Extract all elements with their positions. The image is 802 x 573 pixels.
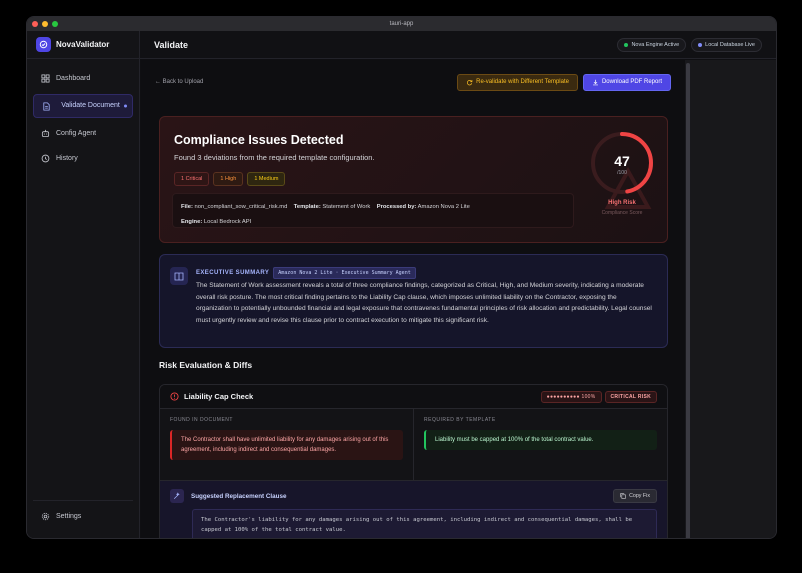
status-dot-icon [624,42,629,47]
sidebar-item-label: Dashboard [56,75,91,82]
brand: NovaValidator [27,31,139,59]
title-bar: tauri-app [27,17,776,31]
download-pdf-button[interactable]: Download PDF Report [582,73,671,91]
sidebar-item-config-agent[interactable]: Config Agent [33,124,133,143]
sidebar-item-validate-document[interactable]: Validate Document [33,94,133,118]
executive-summary-heading: EXECUTIVE SUMMARY [196,270,270,276]
summary-title: Compliance Issues Detected [174,133,344,147]
window-title: tauri-app [389,21,414,27]
compliance-summary-card: Compliance Issues Detected Found 3 devia… [159,116,668,243]
magic-wand-icon [170,489,184,503]
agent-tag: Amazon Nova 2 Lite · Executive Summary A… [273,267,416,279]
sidebar-item-dashboard[interactable]: Dashboard [33,69,133,88]
revalidate-label: Re-validate with Different Template [476,79,569,85]
engine-name: Local Bedrock API [203,219,252,225]
top-bar: Validate Nova Engine Active Local Databa… [140,31,776,59]
main-content: ← Back to Upload Re-validate with Differ… [141,60,685,538]
medium-count-badge: 1 Medium [247,172,286,186]
required-text: Liability must be capped at 100% of the … [424,430,657,450]
sidebar-item-label: Config Agent [56,130,97,137]
found-text: The Contractor shall have unlimited liab… [170,430,403,460]
database-status-text: Local Database Live [705,41,755,48]
brand-name: NovaValidator [56,40,110,49]
processed-by: Amazon Nova 2 Lite [417,204,470,210]
severity-badge: CRITICAL RISK [604,390,657,403]
template-label: Template: [293,204,321,210]
summary-subtitle: Found 3 deviations from the required tem… [174,153,375,162]
file-name: non_compliant_sow_critical_risk.md [194,204,288,210]
suggested-clause-section: Suggested Replacement Clause Copy Fix Th… [160,481,667,538]
section-title: Risk Evaluation & Diffs [159,360,253,370]
file-label: File: [181,204,193,210]
engine-status-text: Nova Engine Active [631,41,680,48]
executive-summary-text: The Statement of Work assessment reveals… [196,282,652,324]
score-max: /100 [617,170,627,176]
required-column: REQUIRED BY TEMPLATE Liability must be c… [413,409,667,480]
compliance-score-gauge: 47 /100 High Risk Compliance Score [580,132,664,217]
scrollbar-thumb[interactable] [686,63,690,538]
download-icon [593,79,598,85]
critical-count-badge: 1 Critical [174,172,210,186]
download-label: Download PDF Report [601,79,662,85]
history-icon [41,154,50,163]
check-title: Liability Cap Check [184,392,254,401]
revalidate-button[interactable]: Re-validate with Different Template [457,73,578,91]
suggestion-heading: Suggested Replacement Clause [191,492,287,500]
template-name: Statement of Work [322,204,371,210]
processed-label: Processed by: [376,204,417,210]
copy-icon [620,493,626,499]
sidebar-item-label: Validate Document [61,102,120,109]
executive-summary-card: EXECUTIVE SUMMARY Amazon Nova 2 Lite · Ex… [159,254,668,348]
confidence-badge: ●●●●●●●●●● 100% [540,390,602,403]
liability-cap-check-card: Liability Cap Check ●●●●●●●●●● 100% CRIT… [159,384,668,538]
status-dot-icon [698,42,703,47]
check-header[interactable]: Liability Cap Check ●●●●●●●●●● 100% CRIT… [160,385,667,409]
refresh-icon [467,79,473,85]
app-window: tauri-app NovaValidator Dashboard Valida… [26,16,777,539]
page-title: Validate [154,39,189,50]
sidebar-item-settings[interactable]: Settings [33,507,133,526]
sidebar-nav: Dashboard Validate Document Config Agent… [27,59,139,184]
sidebar-item-label: Settings [56,513,82,520]
found-column: FOUND IN DOCUMENT The Contractor shall h… [160,409,413,480]
book-icon [170,267,188,285]
document-icon [43,101,50,111]
logo-icon [36,37,51,52]
sidebar-item-history[interactable]: History [33,149,133,168]
sidebar-item-label: History [56,155,78,162]
active-indicator [124,104,127,108]
sidebar: NovaValidator Dashboard Validate Documen… [27,31,140,538]
risk-level: High Risk [608,200,636,206]
back-to-upload-link[interactable]: ← Back to Upload [155,79,452,85]
copy-fix-label: Copy Fix [629,493,650,499]
score-caption: Compliance Score [601,210,643,216]
engine-status-badge: Nova Engine Active [617,37,687,52]
suggested-clause-text: The Contractor's liability for any damag… [192,509,657,538]
found-label: FOUND IN DOCUMENT [170,417,233,423]
copy-fix-button[interactable]: Copy Fix [613,489,657,503]
file-metadata: File: non_compliant_sow_critical_risk.md… [172,193,574,228]
right-panel [691,60,776,538]
bot-icon [41,129,50,138]
engine-label: Engine: [181,219,203,225]
action-row: ← Back to Upload Re-validate with Differ… [155,73,671,91]
grid-icon [41,74,50,83]
alert-circle-icon [170,392,179,401]
required-label: REQUIRED BY TEMPLATE [424,417,496,423]
gear-icon [41,512,50,521]
high-count-badge: 1 High [213,172,244,186]
score-value: 47 [614,153,630,169]
database-status-badge: Local Database Live [691,37,762,52]
settings-section: Settings [33,500,133,532]
